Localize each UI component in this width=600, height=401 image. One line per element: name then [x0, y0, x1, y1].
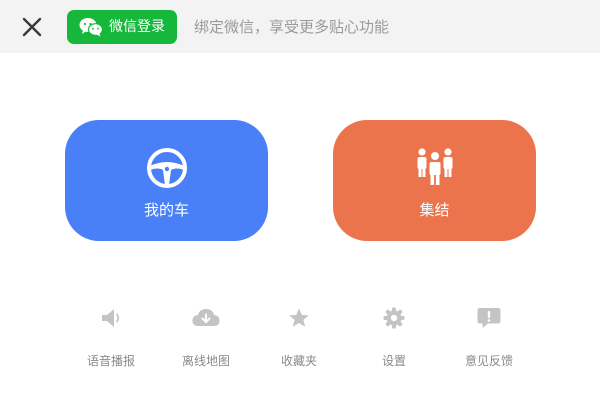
tool-bar: 语音播报 离线地图 收藏夹 设置 意见反馈: [0, 300, 600, 380]
top-bar: 微信登录 绑定微信，享受更多贴心功能: [0, 0, 600, 53]
gather-label: 集结: [419, 201, 450, 219]
tool-label: 离线地图: [181, 354, 230, 368]
tool-favorites[interactable]: 收藏夹: [252, 300, 346, 376]
feedback-icon: [477, 308, 501, 328]
my-car-label: 我的车: [143, 201, 189, 219]
tool-label: 语音播报: [86, 354, 135, 368]
star-icon: [289, 308, 309, 327]
tool-voice-broadcast[interactable]: 语音播报: [64, 300, 158, 376]
cloud-download-icon: [192, 309, 220, 326]
wechat-login-label: 微信登录: [109, 19, 165, 35]
wechat-icon: [79, 18, 103, 37]
bind-wechat-hint: 绑定微信，享受更多贴心功能: [194, 18, 390, 36]
my-car-tile[interactable]: 我的车: [65, 120, 268, 241]
tool-label: 收藏夹: [280, 354, 317, 368]
speaker-icon: [102, 309, 120, 327]
steering-wheel-icon: [146, 148, 187, 188]
group-people-icon: [417, 148, 452, 185]
close-icon: [22, 17, 42, 37]
tool-offline-map[interactable]: 离线地图: [159, 300, 253, 376]
tool-label: 设置: [381, 354, 406, 368]
tool-feedback[interactable]: 意见反馈: [442, 300, 536, 376]
gather-tile[interactable]: 集结: [333, 120, 536, 241]
close-button[interactable]: [19, 14, 45, 40]
tool-settings[interactable]: 设置: [347, 300, 441, 376]
tool-label: 意见反馈: [464, 354, 513, 368]
gear-icon: [383, 307, 405, 329]
wechat-login-button[interactable]: 微信登录: [67, 10, 177, 44]
